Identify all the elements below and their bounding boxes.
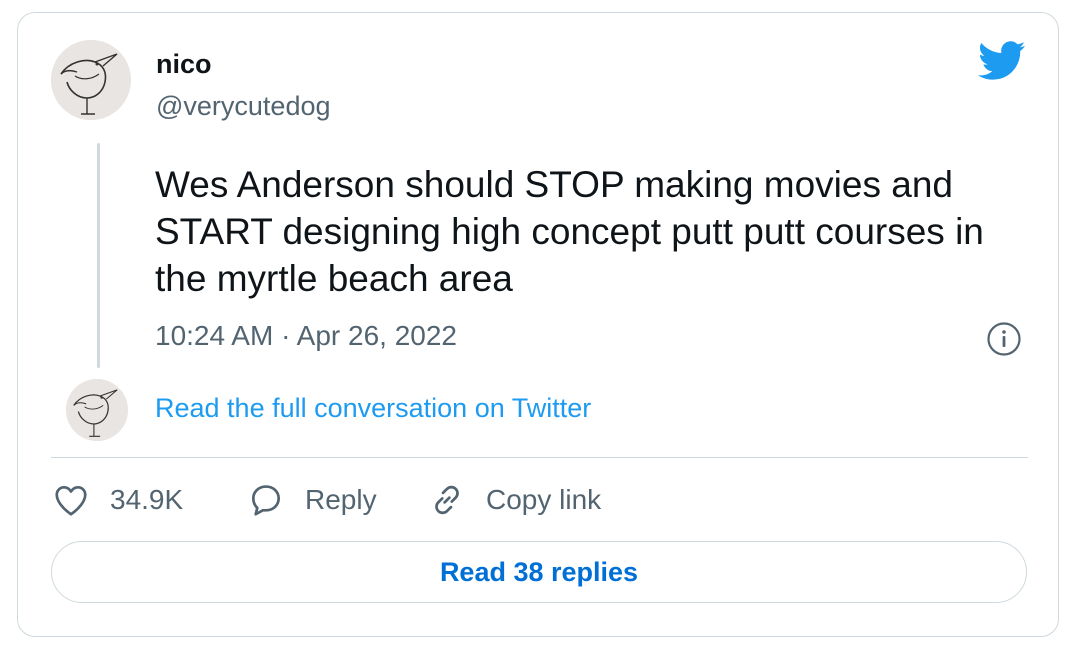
link-icon bbox=[435, 485, 459, 515]
read-full-conversation-link[interactable]: Read the full conversation on Twitter bbox=[155, 393, 591, 424]
bird-drawing-avatar-icon bbox=[51, 40, 131, 120]
read-replies-button[interactable]: Read 38 replies bbox=[51, 541, 1027, 603]
divider bbox=[51, 457, 1028, 458]
tweet-text: Wes Anderson should STOP making movies a… bbox=[155, 164, 984, 299]
tweet-embed-card: nico @verycutedog Wes Anderson should ST… bbox=[17, 12, 1059, 637]
like-count: 34.9K bbox=[110, 484, 184, 515]
copy-link-button[interactable]: Copy link bbox=[428, 479, 601, 521]
copy-link-label: Copy link bbox=[486, 484, 602, 515]
author-display-name[interactable]: nico bbox=[156, 49, 212, 80]
tweet-timestamp[interactable]: 10:24 AM · Apr 26, 2022 bbox=[155, 320, 457, 352]
thread-connector-line bbox=[97, 143, 100, 368]
info-icon[interactable] bbox=[986, 321, 1022, 357]
author-handle[interactable]: @verycutedog bbox=[156, 91, 331, 122]
author-avatar[interactable] bbox=[51, 40, 131, 120]
reply-avatar[interactable] bbox=[66, 379, 128, 441]
speech-bubble-icon bbox=[251, 485, 281, 516]
reply-button[interactable]: Reply bbox=[247, 479, 377, 521]
twitter-bird-icon[interactable] bbox=[978, 41, 1026, 81]
like-button[interactable]: 34.9K bbox=[52, 479, 183, 521]
bird-drawing-avatar-icon bbox=[66, 379, 128, 441]
heart-icon bbox=[55, 485, 87, 516]
reply-label: Reply bbox=[305, 484, 377, 515]
